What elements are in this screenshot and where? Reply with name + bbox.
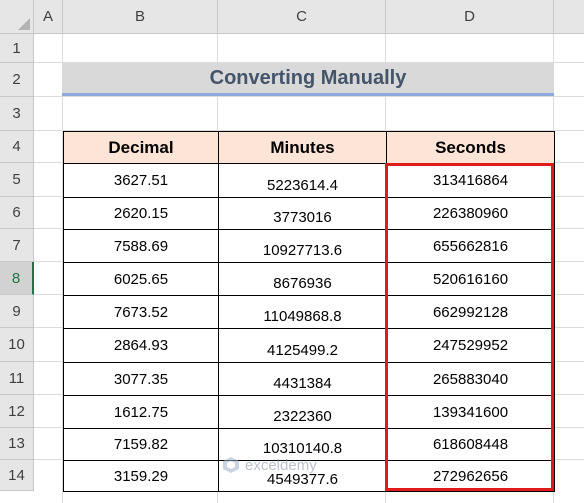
sheet-title[interactable]: Converting Manually bbox=[62, 63, 554, 96]
column-header-a[interactable]: A bbox=[34, 0, 63, 34]
row-header-4[interactable]: 4 bbox=[0, 131, 34, 163]
row-header-6[interactable]: 6 bbox=[0, 197, 34, 229]
row-header-1[interactable]: 1 bbox=[0, 34, 34, 63]
row-header-5[interactable]: 5 bbox=[0, 163, 34, 197]
header-cell-decimal[interactable]: Decimal bbox=[63, 131, 219, 164]
select-all-triangle-icon bbox=[18, 18, 30, 30]
cell-seconds[interactable]: 139341600 bbox=[386, 395, 555, 429]
cell-minutes[interactable]: 11049868.8 bbox=[218, 295, 387, 329]
cell-seconds[interactable]: 520616160 bbox=[386, 262, 555, 296]
cell-minutes[interactable]: 10927713.6 bbox=[218, 229, 387, 263]
row-header-10[interactable]: 10 bbox=[0, 328, 34, 362]
cell-decimal[interactable]: 2864.93 bbox=[63, 328, 219, 363]
cell-minutes[interactable]: 4431384 bbox=[218, 362, 387, 396]
cell-decimal[interactable]: 3627.51 bbox=[63, 163, 219, 198]
cell-seconds[interactable]: 313416864 bbox=[386, 163, 555, 198]
select-all-button[interactable] bbox=[0, 0, 34, 34]
row-header-8[interactable]: 8 bbox=[0, 262, 34, 295]
cell-minutes[interactable]: 5223614.4 bbox=[218, 163, 387, 198]
cell-minutes[interactable]: 3773016 bbox=[218, 197, 387, 230]
column-header-d[interactable]: D bbox=[386, 0, 554, 34]
watermark-text: exceldemy bbox=[245, 456, 317, 474]
column-header-c[interactable]: C bbox=[218, 0, 386, 34]
row-header-9[interactable]: 9 bbox=[0, 295, 34, 328]
row-header-3[interactable]: 3 bbox=[0, 97, 34, 131]
cell-decimal[interactable]: 1612.75 bbox=[63, 395, 219, 429]
cell-decimal[interactable]: 7588.69 bbox=[63, 229, 219, 263]
cell-decimal[interactable]: 3159.29 bbox=[63, 460, 219, 492]
cell-seconds[interactable]: 226380960 bbox=[386, 197, 555, 230]
row-header-7[interactable]: 7 bbox=[0, 229, 34, 262]
cell-minutes[interactable]: 8676936 bbox=[218, 262, 387, 296]
cell-decimal[interactable]: 3077.35 bbox=[63, 362, 219, 396]
cell-seconds[interactable]: 662992128 bbox=[386, 295, 555, 329]
cell-seconds[interactable]: 265883040 bbox=[386, 362, 555, 396]
cell-decimal[interactable]: 6025.65 bbox=[63, 262, 219, 296]
gridline-horizontal bbox=[34, 96, 584, 97]
cell-minutes[interactable]: 2322360 bbox=[218, 395, 387, 429]
column-header-b[interactable]: B bbox=[63, 0, 218, 34]
cell-decimal[interactable]: 7673.52 bbox=[63, 295, 219, 329]
header-cell-seconds[interactable]: Seconds bbox=[386, 131, 555, 164]
watermark: exceldemy bbox=[222, 456, 317, 474]
cell-decimal[interactable]: 7159.82 bbox=[63, 428, 219, 461]
cell-decimal[interactable]: 2620.15 bbox=[63, 197, 219, 230]
cell-seconds[interactable]: 655662816 bbox=[386, 229, 555, 263]
row-header-11[interactable]: 11 bbox=[0, 362, 34, 395]
column-header-e[interactable] bbox=[554, 0, 584, 34]
row-header-12[interactable]: 12 bbox=[0, 395, 34, 428]
cell-seconds[interactable]: 618608448 bbox=[386, 428, 555, 461]
cell-minutes[interactable]: 4125499.2 bbox=[218, 328, 387, 363]
cell-seconds[interactable]: 247529952 bbox=[386, 328, 555, 363]
row-header-13[interactable]: 13 bbox=[0, 428, 34, 460]
spreadsheet-grid: A B C D 1 2 3 4 5 6 7 8 9 10 11 12 13 14 Converting M… bbox=[0, 0, 584, 503]
cell-seconds[interactable]: 272962656 bbox=[386, 460, 555, 492]
exceldemy-logo-icon bbox=[223, 457, 239, 473]
header-cell-minutes[interactable]: Minutes bbox=[218, 131, 387, 164]
row-header-14[interactable]: 14 bbox=[0, 460, 34, 491]
row-header-2[interactable]: 2 bbox=[0, 63, 34, 97]
